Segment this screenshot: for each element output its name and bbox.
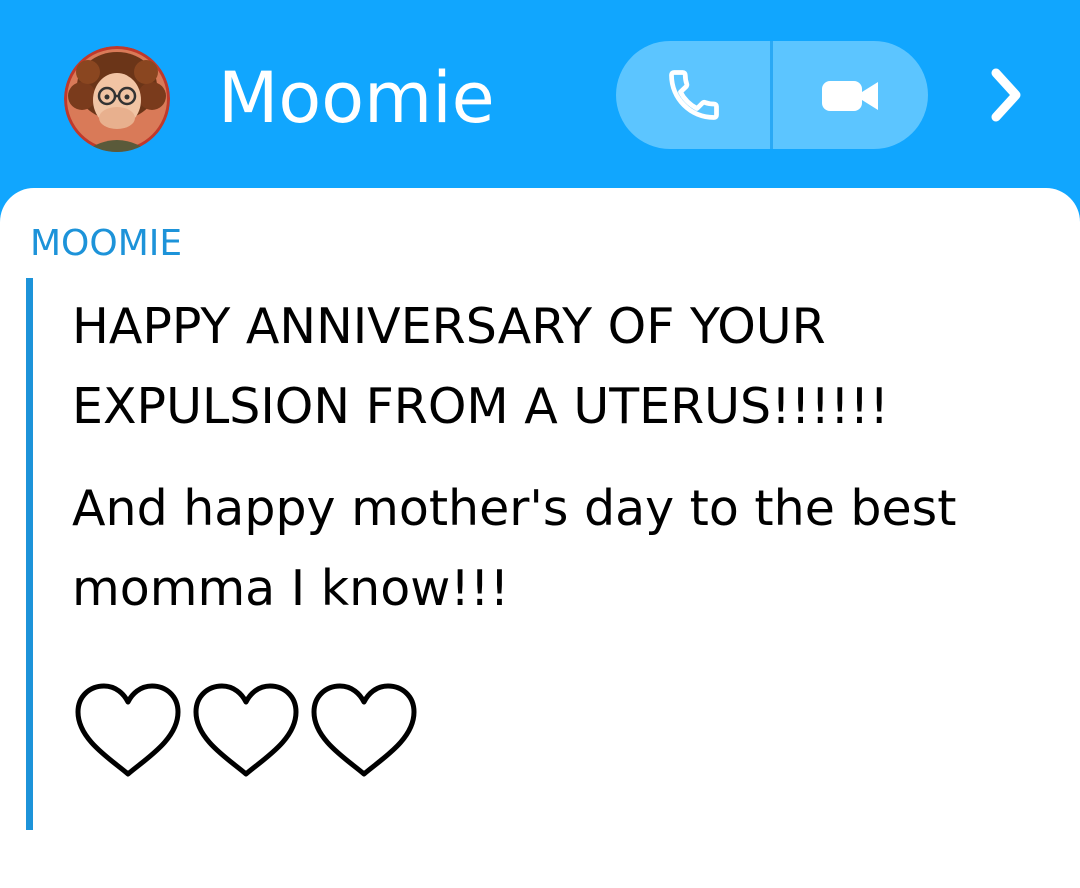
- phone-icon: [668, 70, 719, 120]
- voice-call-button[interactable]: [616, 41, 771, 149]
- message-bar: [26, 278, 33, 830]
- call-buttons-group: [616, 41, 928, 149]
- video-camera-icon: [821, 81, 878, 111]
- heart-icon: [75, 683, 181, 777]
- sender-name: MOOMIE: [30, 223, 183, 264]
- chat-message-hearts[interactable]: [72, 682, 420, 782]
- chat-message[interactable]: And happy mother's day to the best momma…: [72, 469, 1062, 629]
- more-button[interactable]: [976, 62, 1036, 128]
- bitmoji-avatar-icon: [64, 46, 170, 152]
- video-call-button[interactable]: [773, 41, 928, 149]
- avatar[interactable]: [64, 46, 170, 152]
- heart-icon: [193, 683, 299, 777]
- chat-title[interactable]: Moomie: [218, 56, 495, 140]
- chat-message[interactable]: HAPPY ANNIVERSARY OF YOUR EXPULSION FROM…: [72, 287, 1062, 447]
- heart-icon: [311, 683, 417, 777]
- chevron-right-icon: [991, 68, 1021, 122]
